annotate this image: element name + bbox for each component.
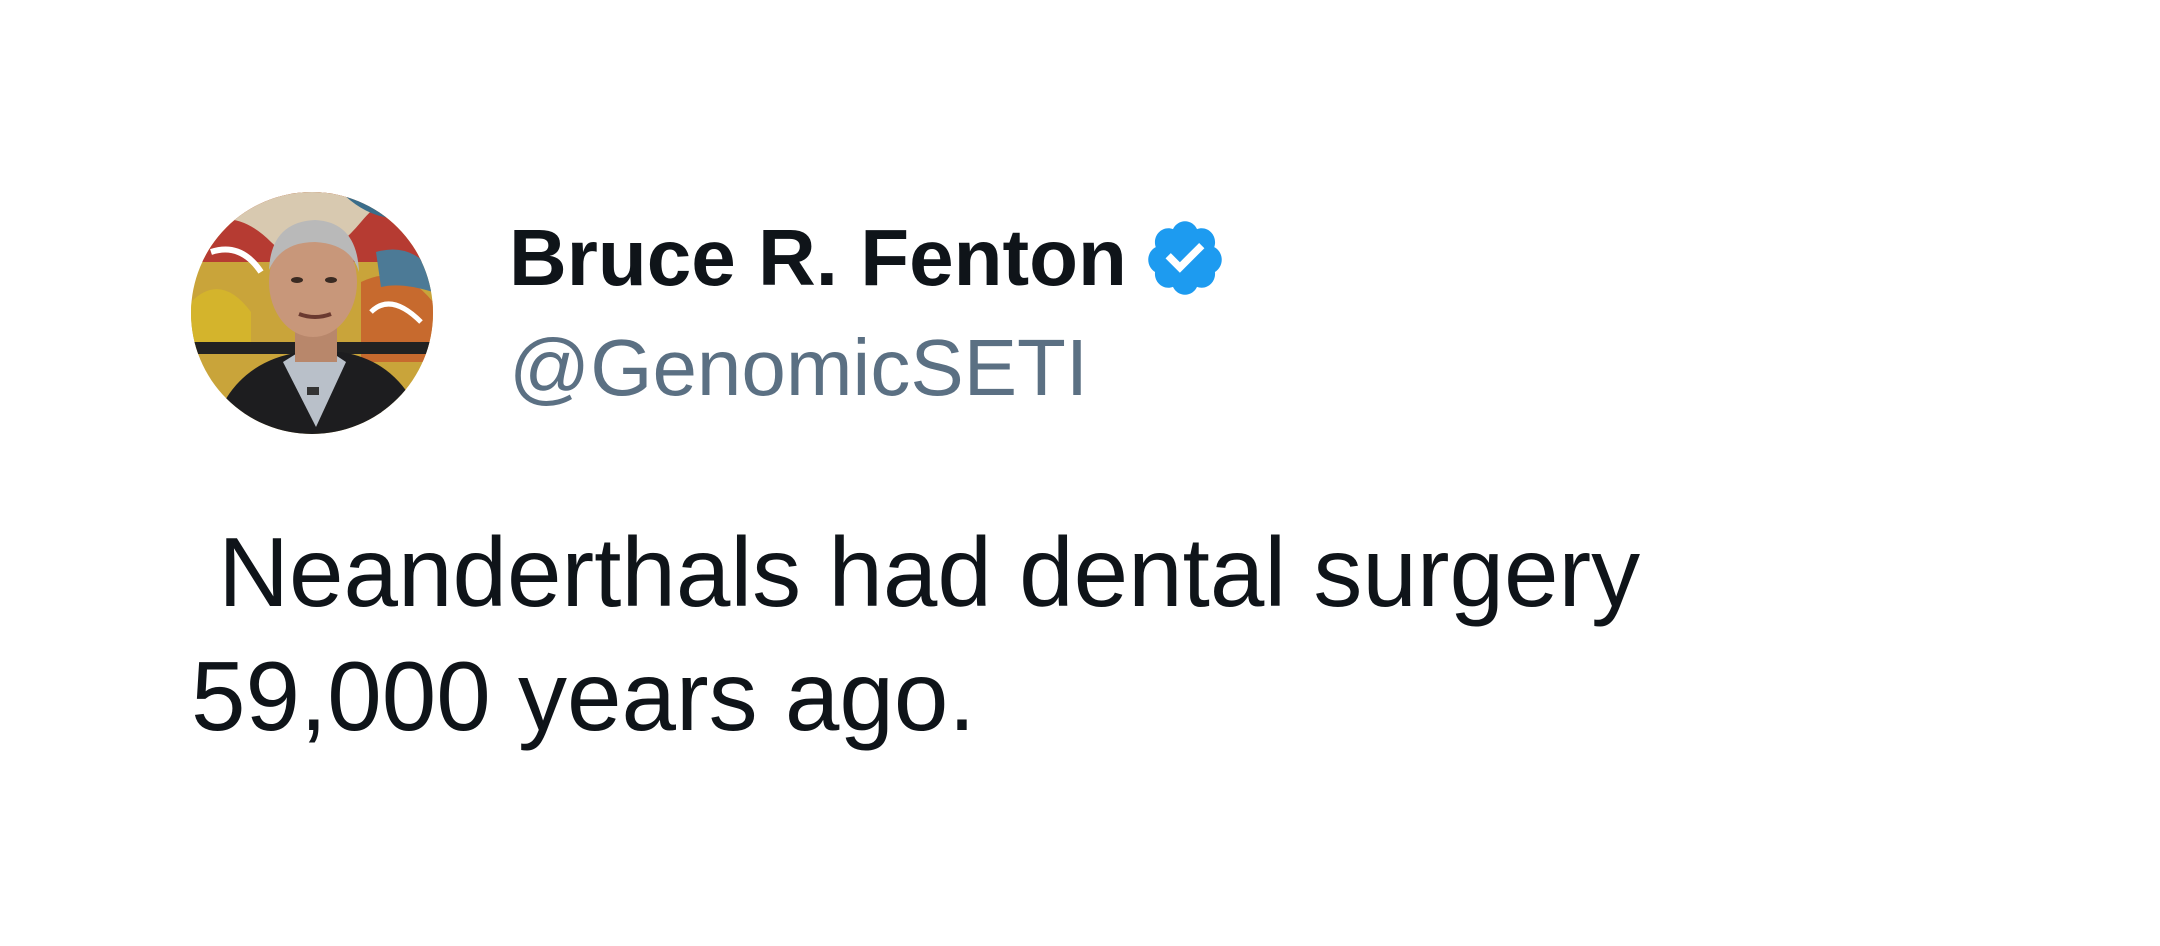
tweet-text: Neanderthals had dental surgery 59,000 ye… <box>191 510 1891 758</box>
author-display-name[interactable]: Bruce R. Fenton <box>509 212 1127 304</box>
avatar[interactable] <box>191 192 433 434</box>
tweet-text-line-1: Neanderthals had dental surgery <box>191 517 1641 627</box>
avatar-image <box>191 192 433 434</box>
tweet-card: Bruce R. Fenton @GenomicSETI Neanderthal… <box>0 0 2160 946</box>
verified-badge-icon <box>1143 216 1227 300</box>
tweet-text-line-2: 59,000 years ago. <box>191 641 976 751</box>
author-name-row[interactable]: Bruce R. Fenton <box>509 212 1227 304</box>
author-handle[interactable]: @GenomicSETI <box>509 322 1088 414</box>
